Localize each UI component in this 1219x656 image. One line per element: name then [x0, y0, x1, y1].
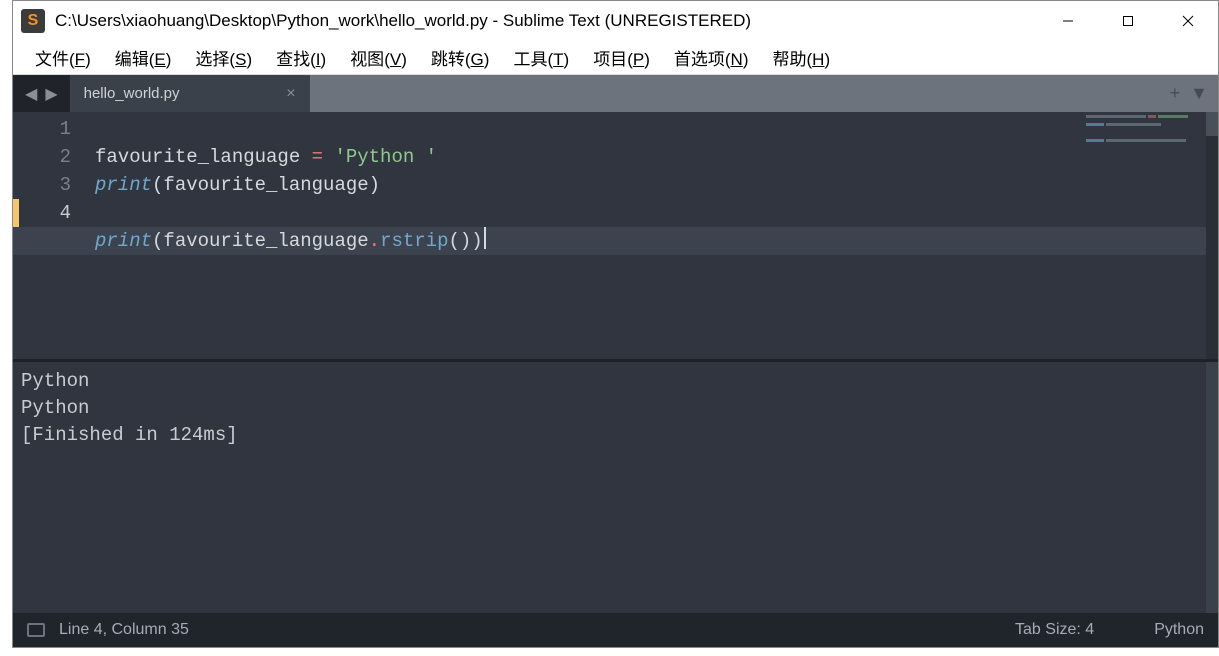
build-output-panel[interactable]: Python Python [Finished in 124ms] — [13, 362, 1218, 613]
menu-file[interactable]: 文件(F) — [23, 41, 103, 74]
tab-menu-icon[interactable]: ▼ — [1190, 83, 1208, 104]
minimap[interactable] — [1086, 115, 1206, 165]
status-position[interactable]: Line 4, Column 35 — [59, 621, 189, 639]
tabstrip: ◀ ▶ hello_world.py × + ▼ — [13, 75, 1218, 112]
active-line-marker — [13, 199, 19, 227]
status-syntax[interactable]: Python — [1154, 621, 1204, 639]
tabstrip-tail: + ▼ — [310, 75, 1218, 112]
output-line: Python — [21, 370, 101, 392]
menu-edit[interactable]: 编辑(E) — [103, 41, 184, 74]
status-tabsize[interactable]: Tab Size: 4 — [1015, 621, 1094, 639]
menu-tools[interactable]: 工具(T) — [501, 41, 581, 74]
code-line: favourite_language = 'Python ' — [95, 143, 1218, 171]
statusbar: Line 4, Column 35 Tab Size: 4 Python — [13, 613, 1218, 647]
tab-hello-world[interactable]: hello_world.py × — [70, 75, 310, 112]
close-button[interactable] — [1158, 1, 1218, 41]
menu-view[interactable]: 视图(V) — [338, 41, 419, 74]
minimize-button[interactable] — [1038, 1, 1098, 41]
nav-forward-icon[interactable]: ▶ — [41, 84, 61, 104]
tab-label: hello_world.py — [84, 85, 180, 102]
app-icon: S — [21, 9, 45, 33]
client-area: ◀ ▶ hello_world.py × + ▼ 1 2 3 4 — [13, 75, 1218, 647]
menu-find[interactable]: 查找(I) — [264, 41, 338, 74]
tab-close-icon[interactable]: × — [286, 85, 295, 103]
editor-scrollbar[interactable] — [1206, 112, 1218, 359]
window-buttons — [1038, 1, 1218, 41]
tab-history-nav: ◀ ▶ — [13, 75, 70, 112]
new-tab-icon[interactable]: + — [1170, 83, 1181, 104]
line-number: 1 — [13, 115, 71, 143]
line-number: 2 — [13, 143, 71, 171]
code-line: print(favourite_language.rstrip()) — [95, 227, 1218, 255]
text-cursor — [484, 227, 486, 249]
menu-project[interactable]: 项目(P) — [581, 41, 662, 74]
code-area[interactable]: favourite_language = 'Python 'print(favo… — [95, 112, 1218, 359]
maximize-button[interactable] — [1098, 1, 1158, 41]
panel-toggle-icon[interactable] — [27, 623, 45, 637]
output-scrollbar[interactable] — [1206, 362, 1218, 613]
code-line — [95, 255, 1218, 283]
output-line: Python — [21, 397, 89, 419]
app-window: S C:\Users\xiaohuang\Desktop\Python_work… — [12, 0, 1219, 648]
menu-goto[interactable]: 跳转(G) — [419, 41, 502, 74]
code-line: print(favourite_language) — [95, 171, 1218, 199]
line-number: 4 — [13, 199, 71, 227]
code-line — [95, 199, 1218, 227]
menu-prefs[interactable]: 首选项(N) — [662, 41, 761, 74]
window-title: C:\Users\xiaohuang\Desktop\Python_work\h… — [55, 11, 751, 31]
editor-pane[interactable]: 1 2 3 4 5 favourite_language = 'Python '… — [13, 112, 1218, 359]
nav-back-icon[interactable]: ◀ — [21, 84, 41, 104]
output-line: [Finished in 124ms] — [21, 424, 238, 446]
menu-help[interactable]: 帮助(H) — [761, 41, 843, 74]
line-number: 3 — [13, 171, 71, 199]
titlebar: S C:\Users\xiaohuang\Desktop\Python_work… — [13, 1, 1218, 41]
menubar: 文件(F) 编辑(E) 选择(S) 查找(I) 视图(V) 跳转(G) 工具(T… — [13, 41, 1218, 75]
menu-select[interactable]: 选择(S) — [183, 41, 264, 74]
